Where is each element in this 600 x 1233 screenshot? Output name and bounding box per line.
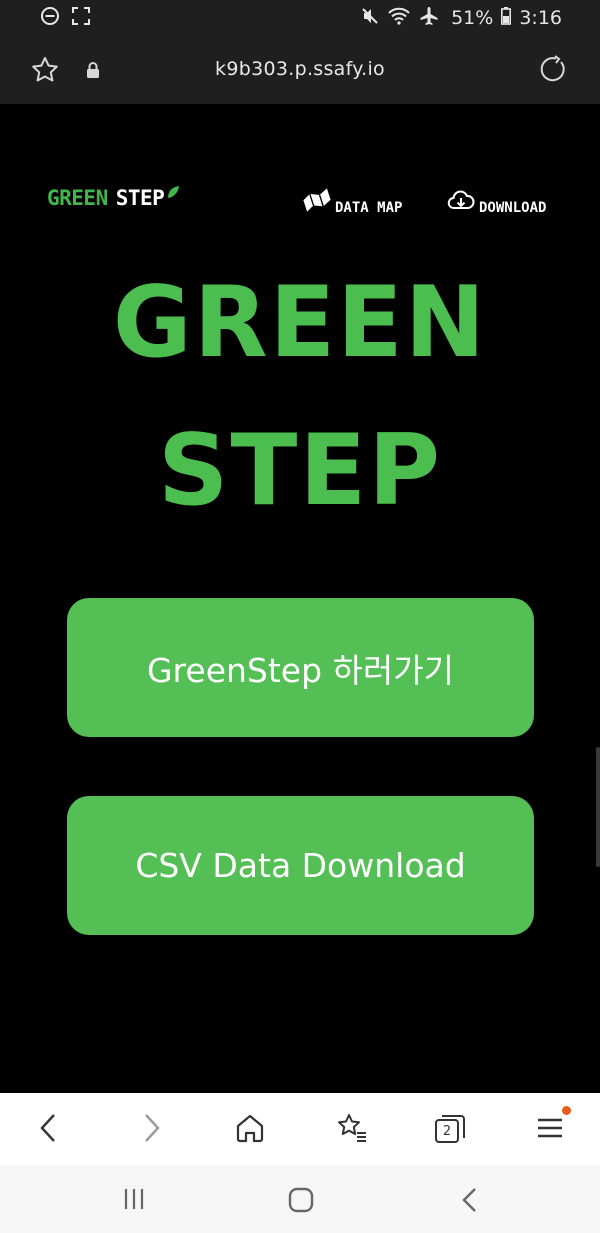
page-content: GREEN STEP DATA MAP DOWNLOAD GREEN STEP … — [0, 104, 600, 1093]
recent-apps-icon[interactable] — [122, 1187, 146, 1215]
cloud-download-icon — [447, 190, 475, 216]
logo-green-text: GREEN — [47, 186, 108, 210]
hero-title-line-2: STEP — [157, 414, 443, 528]
status-right-icons: 51% 3:16 — [361, 6, 562, 31]
tabs-icon[interactable]: 2 — [433, 1111, 467, 1145]
browser-toolbar: 2 — [0, 1093, 600, 1165]
url-text[interactable]: k9b303.p.ssafy.io — [0, 58, 600, 80]
do-not-disturb-icon — [40, 6, 60, 31]
map-icon — [303, 188, 331, 216]
bookmarks-icon[interactable] — [335, 1111, 369, 1149]
wifi-icon — [387, 7, 411, 30]
browser-url-bar: k9b303.p.ssafy.io — [0, 36, 600, 104]
nav-link-download[interactable]: DOWNLOAD — [447, 180, 546, 216]
leaf-icon — [166, 180, 180, 204]
site-logo[interactable]: GREEN STEP — [47, 186, 180, 210]
home-icon[interactable] — [233, 1111, 267, 1149]
airplane-icon — [419, 6, 439, 31]
menu-notification-dot — [562, 1106, 571, 1115]
nav-link-label: DATA MAP — [335, 200, 403, 216]
system-home-icon[interactable] — [288, 1187, 314, 1217]
nav-link-label: DOWNLOAD — [479, 200, 547, 216]
forward-icon[interactable] — [138, 1111, 164, 1149]
tab-count: 2 — [442, 1124, 452, 1139]
back-icon[interactable] — [36, 1111, 62, 1149]
status-left-icons — [40, 6, 90, 31]
greenstep-button[interactable]: GreenStep 하러가기 — [67, 598, 534, 737]
screenshot-icon — [72, 6, 90, 30]
reload-icon[interactable] — [538, 54, 568, 88]
hero-title-line-1: GREEN — [112, 266, 488, 380]
status-bar: 51% 3:16 — [0, 0, 600, 36]
mute-icon — [361, 7, 379, 30]
site-nav: GREEN STEP DATA MAP DOWNLOAD — [0, 174, 600, 224]
nav-link-data-map[interactable]: DATA MAP — [303, 180, 402, 216]
battery-icon — [501, 6, 512, 30]
csv-download-button[interactable]: CSV Data Download — [67, 796, 534, 935]
system-back-icon[interactable] — [460, 1187, 480, 1217]
menu-icon[interactable] — [535, 1111, 565, 1149]
system-nav-bar — [0, 1165, 600, 1233]
scrollbar[interactable] — [596, 747, 600, 867]
clock: 3:16 — [519, 7, 562, 29]
battery-percent: 51% — [451, 7, 494, 29]
logo-white-text: STEP — [115, 186, 165, 210]
